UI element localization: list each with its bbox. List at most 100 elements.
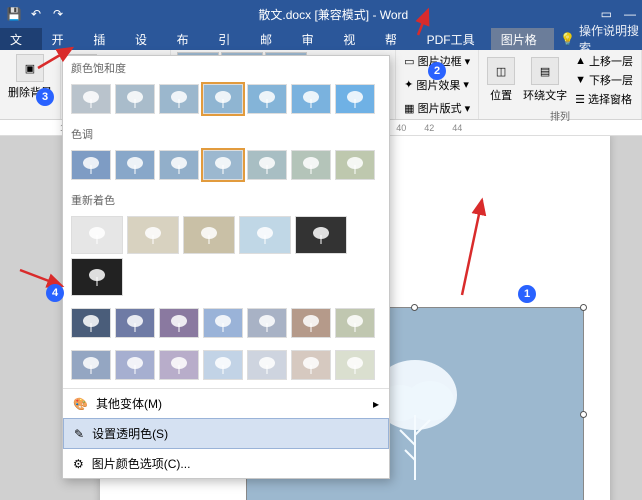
color-swatch[interactable] bbox=[159, 350, 199, 380]
tab-picture-format[interactable]: 图片格式 bbox=[491, 28, 554, 50]
tab-layout[interactable]: 布局 bbox=[167, 28, 209, 50]
saturation-header: 颜色饱和度 bbox=[63, 56, 389, 80]
color-swatch[interactable] bbox=[71, 150, 111, 180]
annotation-badge-4: 4 bbox=[46, 284, 64, 302]
send-backward-icon: ▼ bbox=[575, 74, 586, 86]
color-swatch[interactable] bbox=[203, 308, 243, 338]
color-swatch[interactable] bbox=[239, 216, 291, 254]
color-swatch[interactable] bbox=[115, 84, 155, 114]
color-swatch[interactable] bbox=[71, 350, 111, 380]
more-variants-label: 其他变体(M) bbox=[96, 395, 162, 412]
chevron-down-icon: ▾ bbox=[465, 55, 471, 68]
selection-icon: ☰ bbox=[575, 93, 585, 106]
annotation-badge-2: 2 bbox=[428, 62, 446, 80]
tab-home[interactable]: 开始 bbox=[42, 28, 84, 50]
ribbon-options-icon[interactable]: ▭ bbox=[601, 7, 612, 21]
tell-me-search[interactable]: 💡 操作说明搜索 bbox=[560, 28, 642, 50]
tab-design[interactable]: 设计 bbox=[125, 28, 167, 50]
recolor-swatches-row2 bbox=[63, 304, 389, 346]
color-swatch[interactable] bbox=[71, 216, 123, 254]
wrap-text-button[interactable]: ▤环绕文字 bbox=[521, 55, 569, 105]
bring-forward-button[interactable]: ▲上移一层 bbox=[573, 52, 635, 70]
saturation-swatches bbox=[63, 80, 389, 122]
position-label: 位置 bbox=[490, 87, 512, 103]
recolor-header: 重新着色 bbox=[63, 188, 389, 212]
color-swatch[interactable] bbox=[335, 150, 375, 180]
picture-layout-button[interactable]: ▦图片版式▾ bbox=[402, 99, 472, 117]
chevron-right-icon: ▸ bbox=[373, 397, 379, 411]
undo-icon[interactable]: ↶ bbox=[28, 6, 44, 22]
send-backward-label: 下移一层 bbox=[589, 72, 633, 88]
minimize-icon[interactable]: — bbox=[624, 7, 636, 21]
color-options-label: 图片颜色选项(C)... bbox=[92, 455, 191, 472]
group-picture-border-effects: ▭图片边框▾ ✦图片效果▾ ▦图片版式▾ bbox=[396, 50, 479, 119]
color-swatch[interactable] bbox=[203, 84, 243, 114]
layout-icon: ▦ bbox=[404, 102, 414, 115]
window-controls: ▭ — bbox=[601, 7, 636, 21]
color-swatch[interactable] bbox=[159, 84, 199, 114]
resize-handle-n[interactable] bbox=[411, 304, 418, 311]
tab-mailings[interactable]: 邮件 bbox=[250, 28, 292, 50]
document-title: 散文.docx [兼容模式] - Word bbox=[66, 6, 601, 23]
resize-handle-e[interactable] bbox=[580, 411, 587, 418]
color-swatch[interactable] bbox=[203, 350, 243, 380]
position-button[interactable]: ◫位置 bbox=[485, 55, 517, 105]
color-swatch[interactable] bbox=[115, 308, 155, 338]
color-swatch[interactable] bbox=[159, 150, 199, 180]
arrange-group-label: 排列 bbox=[485, 108, 635, 123]
color-swatch[interactable] bbox=[291, 84, 331, 114]
more-variants-item[interactable]: 🎨 其他变体(M) ▸ bbox=[63, 389, 389, 418]
color-swatch[interactable] bbox=[247, 350, 287, 380]
tone-header: 色调 bbox=[63, 122, 389, 146]
color-swatch[interactable] bbox=[335, 308, 375, 338]
options-icon: ⚙ bbox=[73, 457, 84, 471]
tab-view[interactable]: 视图 bbox=[333, 28, 375, 50]
group-arrange: ◫位置 ▤环绕文字 ▲上移一层 ▼下移一层 ☰选择窗格 排列 bbox=[479, 50, 642, 119]
color-swatch[interactable] bbox=[115, 350, 155, 380]
color-swatch[interactable] bbox=[71, 308, 111, 338]
palette-icon: 🎨 bbox=[73, 397, 88, 411]
resize-handle-ne[interactable] bbox=[580, 304, 587, 311]
effects-icon: ✦ bbox=[404, 78, 413, 91]
color-swatch[interactable] bbox=[159, 308, 199, 338]
color-swatch[interactable] bbox=[335, 84, 375, 114]
color-swatch[interactable] bbox=[183, 216, 235, 254]
picture-color-options-item[interactable]: ⚙ 图片颜色选项(C)... bbox=[63, 449, 389, 478]
color-swatch[interactable] bbox=[247, 150, 287, 180]
color-swatch[interactable] bbox=[71, 258, 123, 296]
chevron-down-icon: ▾ bbox=[463, 78, 469, 91]
color-swatch[interactable] bbox=[71, 84, 111, 114]
wrap-label: 环绕文字 bbox=[523, 87, 567, 103]
tab-file[interactable]: 文件 bbox=[0, 28, 42, 50]
redo-icon[interactable]: ↷ bbox=[50, 6, 66, 22]
set-transparent-color-item[interactable]: ✎ 设置透明色(S) bbox=[63, 418, 389, 449]
tab-review[interactable]: 审阅 bbox=[292, 28, 334, 50]
tab-pdf[interactable]: PDF工具集 bbox=[417, 28, 491, 50]
tab-insert[interactable]: 插入 bbox=[83, 28, 125, 50]
quick-access-toolbar: 💾 ↶ ↷ bbox=[6, 6, 66, 22]
color-swatch[interactable] bbox=[335, 350, 375, 380]
group-remove-bg: ▣ 删除背景 bbox=[0, 50, 61, 119]
chevron-down-icon: ▾ bbox=[465, 102, 471, 115]
color-swatch[interactable] bbox=[247, 308, 287, 338]
tab-references[interactable]: 引用 bbox=[208, 28, 250, 50]
selection-pane-button[interactable]: ☰选择窗格 bbox=[573, 90, 635, 108]
bring-forward-label: 上移一层 bbox=[589, 53, 633, 69]
eyedropper-icon: ✎ bbox=[74, 427, 84, 441]
annotation-badge-1: 1 bbox=[518, 285, 536, 303]
tab-help[interactable]: 帮助 bbox=[375, 28, 417, 50]
color-swatch[interactable] bbox=[127, 216, 179, 254]
color-swatch[interactable] bbox=[115, 150, 155, 180]
set-transparent-label: 设置透明色(S) bbox=[92, 425, 168, 442]
tone-swatches bbox=[63, 146, 389, 188]
save-icon[interactable]: 💾 bbox=[6, 6, 22, 22]
color-swatch[interactable] bbox=[295, 216, 347, 254]
color-swatch[interactable] bbox=[203, 150, 243, 180]
recolor-swatches-row1 bbox=[63, 212, 389, 304]
send-backward-button[interactable]: ▼下移一层 bbox=[573, 71, 635, 89]
color-swatch[interactable] bbox=[247, 84, 287, 114]
selection-pane-label: 选择窗格 bbox=[588, 91, 632, 107]
color-swatch[interactable] bbox=[291, 350, 331, 380]
color-swatch[interactable] bbox=[291, 150, 331, 180]
color-swatch[interactable] bbox=[291, 308, 331, 338]
